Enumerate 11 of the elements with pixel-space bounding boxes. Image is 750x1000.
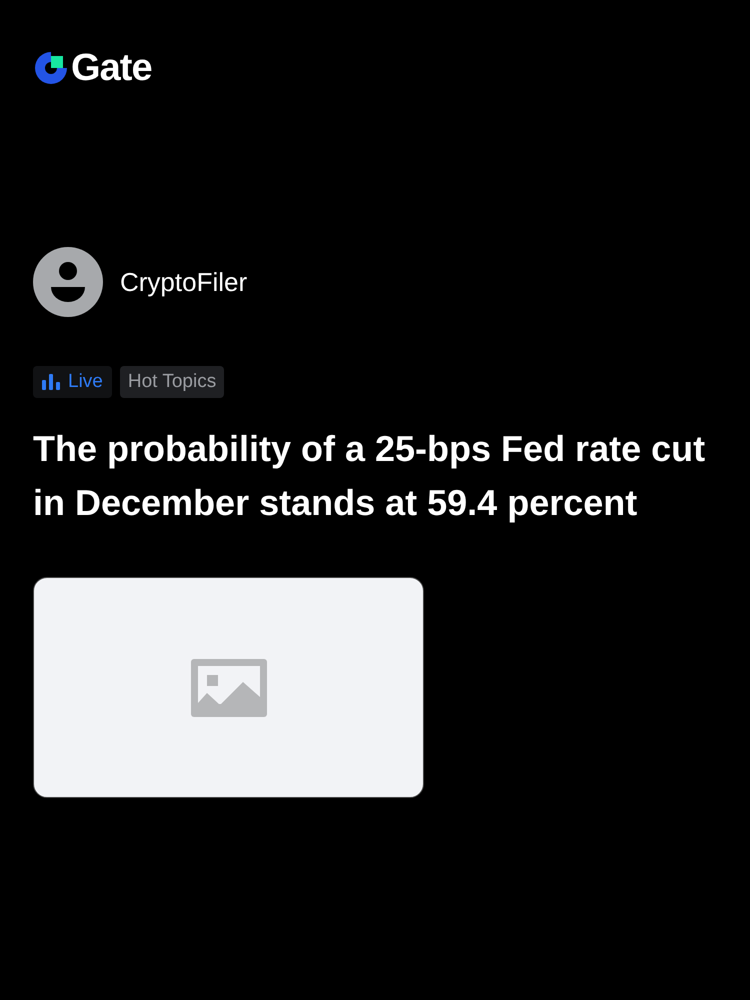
topic-tag[interactable]: Hot Topics: [120, 366, 224, 398]
author-name[interactable]: CryptoFiler: [120, 262, 248, 302]
live-tag[interactable]: Live: [33, 366, 112, 398]
logo[interactable]: Gate: [33, 48, 717, 88]
image-icon: [190, 658, 266, 716]
bar-chart-icon: [42, 374, 60, 390]
logo-mark-icon: [33, 50, 69, 86]
avatar-icon: [33, 247, 103, 317]
live-label: Live: [68, 370, 103, 394]
headline: The probability of a 25-bps Fed rate cut in December stands at 59.4 percent: [33, 427, 706, 525]
logo-wordmark: Gate: [71, 49, 152, 87]
